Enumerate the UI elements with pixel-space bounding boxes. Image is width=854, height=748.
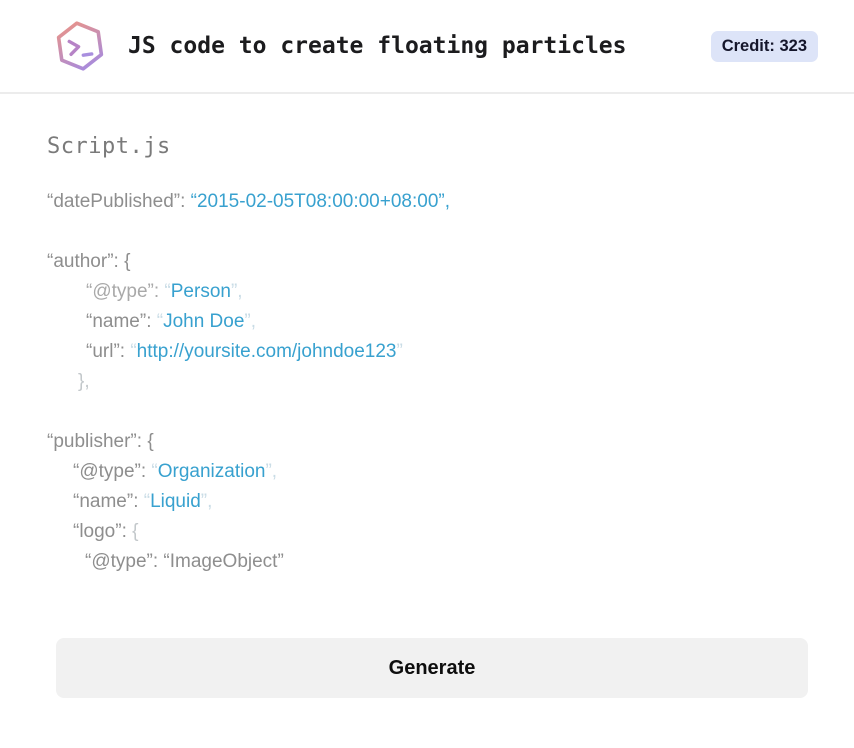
generate-row: Generate: [56, 638, 808, 698]
code-token: “datePublished”: [47, 191, 181, 212]
code-token: ”,: [244, 311, 257, 332]
code-token: “2015-02-05T08:00:00+08:00”,: [190, 191, 450, 212]
code-token: “name”: [86, 311, 147, 332]
code-token: :: [113, 251, 125, 272]
code-token: ”,: [200, 491, 213, 512]
code-line: “@type”: “ImageObject”: [47, 547, 808, 577]
generate-button[interactable]: Generate: [56, 638, 808, 698]
code-block: “datePublished”: “2015-02-05T08:00:00+08…: [47, 187, 808, 577]
code-line: “publisher”: {: [47, 427, 808, 457]
credit-badge: Credit: 323: [710, 30, 818, 62]
code-line: “@type”: “Organization”,: [47, 457, 808, 487]
main-content: Script.js “datePublished”: “2015-02-05T0…: [0, 134, 854, 577]
code-token: :: [121, 521, 133, 542]
code-token: :: [153, 281, 165, 302]
app-window: JS code to create floating particles Cre…: [0, 0, 854, 748]
code-token: “logo”: [73, 521, 122, 542]
code-token: :: [146, 311, 157, 332]
code-token: “@type”: [86, 281, 154, 302]
code-line: “logo”: {: [47, 517, 808, 547]
code-line: “name”: “Liquid”,: [47, 487, 808, 517]
filename-heading: Script.js: [47, 134, 171, 159]
code-token: “name”: [73, 491, 134, 512]
code-token: “@type”: [73, 461, 141, 482]
code-token: {: [132, 521, 139, 542]
code-token: ”: [396, 341, 403, 362]
code-token: :: [140, 461, 152, 482]
code-token: {: [147, 431, 154, 452]
code-token: :: [133, 491, 144, 512]
code-token: ”,: [230, 281, 243, 302]
code-token: Liquid: [150, 491, 201, 512]
code-token: :: [136, 431, 148, 452]
page-title: JS code to create floating particles: [128, 33, 627, 59]
code-line: “datePublished”: “2015-02-05T08:00:00+08…: [47, 187, 808, 217]
code-token: “url”: [86, 341, 120, 362]
code-token: Organization: [157, 461, 266, 482]
code-line: “url”: “http://yoursite.com/johndoe123”: [47, 337, 808, 367]
code-line: “@type”: “Person”,: [47, 277, 808, 307]
header: JS code to create floating particles Cre…: [0, 0, 854, 94]
code-token: http://yoursite.com/johndoe123: [136, 341, 397, 362]
code-token: ”,: [265, 461, 278, 482]
code-line: “author”: {: [47, 247, 808, 277]
code-token: :: [180, 191, 191, 212]
terminal-hexagon-icon: [52, 18, 108, 74]
code-token: },: [78, 371, 90, 392]
code-token: “publisher”: [47, 431, 137, 452]
code-token: {: [124, 251, 131, 272]
code-token: John Doe: [163, 311, 245, 332]
code-line: “name”: “John Doe”,: [47, 307, 808, 337]
code-token: “@type”: “ImageObject”: [85, 551, 284, 572]
code-token: “author”: [47, 251, 114, 272]
code-line: },: [47, 367, 808, 397]
code-token: :: [119, 341, 131, 362]
code-token: Person: [170, 281, 231, 302]
